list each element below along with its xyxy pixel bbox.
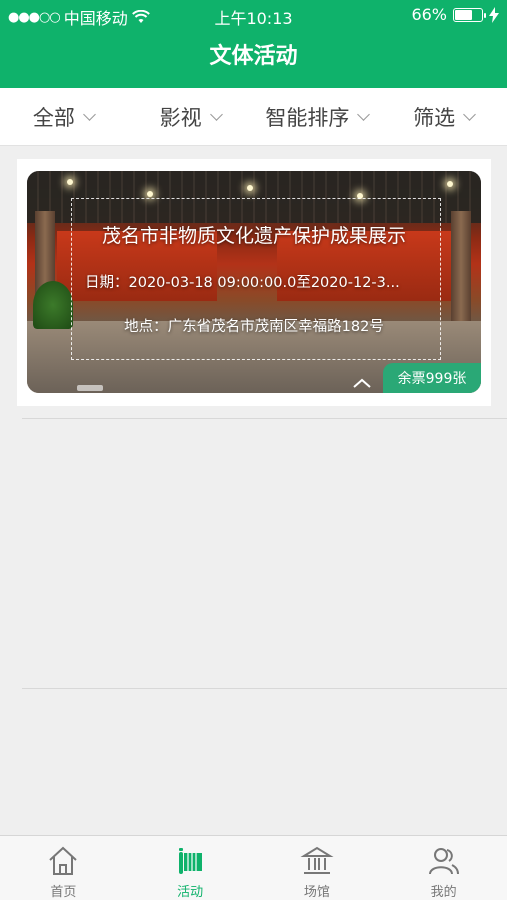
filter-screen[interactable]: 筛选 [380, 88, 507, 145]
event-title: 茂名市非物质文化遗产保护成果展示 [101, 225, 406, 247]
tab-label: 场馆 [303, 885, 330, 900]
ceiling-light [247, 185, 253, 191]
tab-label: 我的 [430, 885, 457, 900]
page-title: 文体活动 [209, 44, 298, 69]
tab-activity[interactable]: 活动 [127, 836, 254, 900]
ceiling-light [147, 191, 153, 197]
profile-icon [428, 848, 459, 875]
ceiling-light [447, 181, 453, 187]
app-header: ●●●○○ 中国移动 上午10:13 66% 文体活动 [0, 0, 507, 88]
activity-icon [179, 848, 203, 874]
chevron-down-icon [357, 107, 371, 121]
chevron-down-icon [209, 107, 223, 121]
ceiling-light [67, 179, 73, 185]
venue-icon [300, 846, 334, 874]
battery-percent: 66% [411, 5, 447, 24]
chevron-down-icon [463, 107, 476, 121]
battery-level [455, 9, 473, 20]
bottom-tab-bar: 首页 活动 场馆 我的 [0, 835, 507, 900]
filter-smart-sort[interactable]: 智能排序 [254, 88, 381, 145]
event-card[interactable]: 茂名市非物质文化遗产保护成果展示 日期：2020-03-18 09:00:00.… [17, 159, 491, 406]
tab-label: 活动 [177, 885, 204, 900]
event-date: 日期：2020-03-18 09:00:00.0至2020-12-3... [85, 275, 400, 291]
filter-film[interactable]: 影视 [127, 88, 254, 145]
event-cover-image[interactable]: 茂名市非物质文化遗产保护成果展示 日期：2020-03-18 09:00:00.… [27, 171, 481, 393]
filter-label: 全部 [32, 105, 75, 130]
filter-label: 智能排序 [265, 105, 350, 130]
divider [22, 418, 507, 419]
tab-venue[interactable]: 场馆 [254, 836, 381, 900]
filter-label: 影视 [159, 105, 202, 130]
tab-profile[interactable]: 我的 [380, 836, 507, 900]
filter-bar: 全部 影视 智能排序 筛选 [0, 88, 507, 146]
event-location: 地点：广东省茂名市茂南区幸福路182号 [124, 319, 384, 335]
tickets-remaining-badge: 余票999张 [383, 363, 481, 393]
chevron-up-icon [353, 378, 371, 388]
filter-label: 筛选 [413, 105, 456, 130]
bolt-icon [489, 6, 499, 23]
tab-label: 首页 [50, 885, 77, 900]
filter-all[interactable]: 全部 [0, 88, 127, 145]
chevron-down-icon [83, 107, 96, 121]
battery-icon [453, 7, 486, 22]
home-icon [49, 846, 78, 875]
tab-home[interactable]: 首页 [0, 836, 127, 900]
image-watermark [77, 385, 103, 391]
divider [22, 688, 507, 689]
status-bar: ●●●○○ 中国移动 上午10:13 66% [0, 0, 507, 30]
